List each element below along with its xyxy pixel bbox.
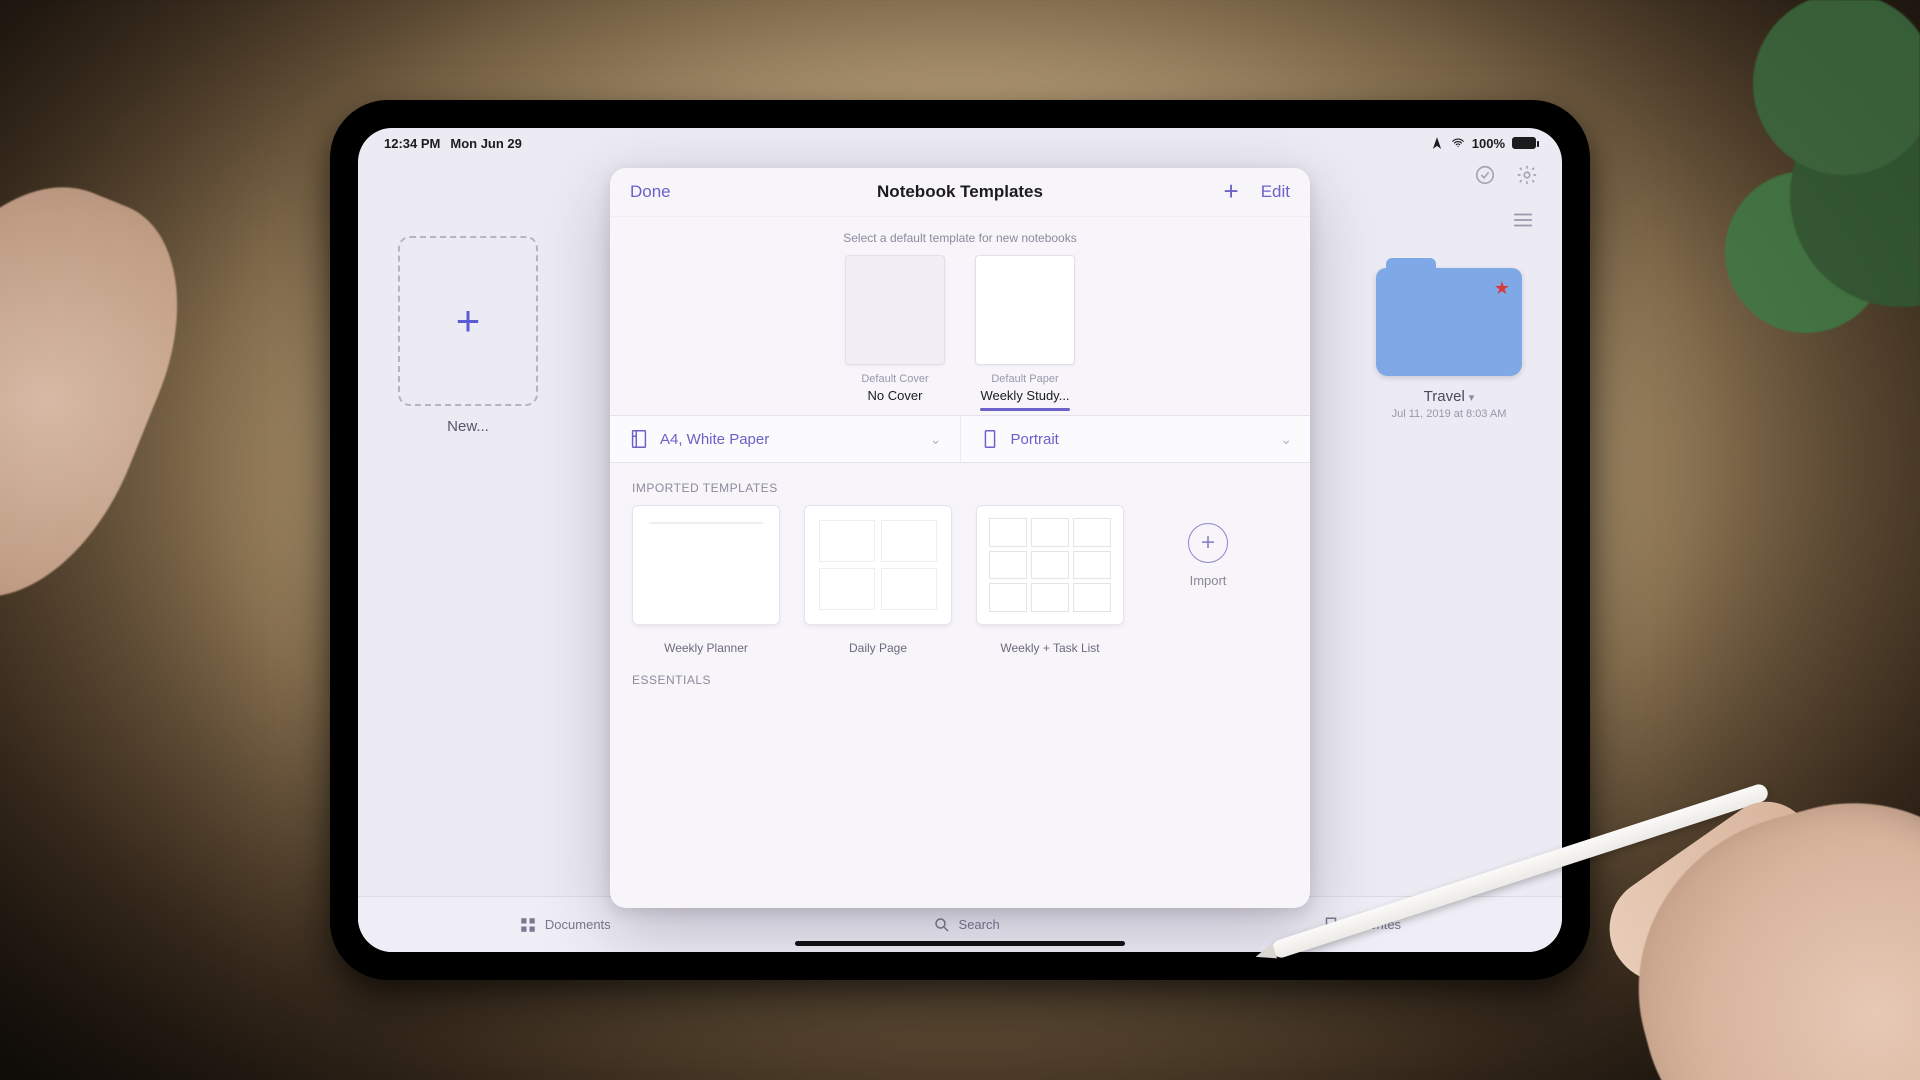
status-bar: 12:34 PM Mon Jun 29 100% [358,128,1562,158]
status-date: Mon Jun 29 [450,136,522,151]
template-weekly-planner[interactable]: Weekly Planner [632,505,780,655]
folder-travel-label: Travel▾ Jul 11, 2019 at 8:03 AM [1376,388,1522,420]
new-notebook-label: New... [398,418,538,435]
sheet-header: Done Notebook Templates + Edit [610,168,1310,217]
default-cover-caption: Default Cover [845,373,945,385]
view-toggle-icon[interactable] [1512,212,1534,233]
documents-icon [519,916,537,934]
select-icon[interactable] [1474,164,1496,191]
default-paper-caption: Default Paper [975,373,1075,385]
default-cover-value: No Cover [868,388,923,403]
default-paper-card[interactable]: Default Paper Weekly Study... [975,255,1075,405]
imported-templates-row: Weekly Planner Daily Page Weekly + Task … [610,505,1310,655]
settings-gear-icon[interactable] [1516,164,1538,191]
new-notebook-card[interactable]: + [398,236,538,406]
orientation-icon [979,428,1001,450]
template-weekly-task-list[interactable]: Weekly + Task List [976,505,1124,655]
plus-icon: + [456,297,481,345]
wifi-icon [1451,136,1465,150]
imported-templates-heading: IMPORTED TEMPLATES [610,463,1310,505]
folder-travel[interactable]: ★ [1376,268,1522,376]
battery-icon [1512,137,1536,149]
left-hand [0,147,219,634]
defaults-hint: Select a default template for new notebo… [610,231,1310,245]
chevron-down-icon: ⌄ [1280,431,1292,448]
tab-search[interactable]: Search [933,916,1000,934]
home-indicator[interactable] [795,941,1125,946]
template-label: Weekly Planner [632,641,780,655]
essentials-heading: ESSENTIALS [610,655,1310,697]
folder-travel-meta: Jul 11, 2019 at 8:03 AM [1376,408,1522,420]
notebook-templates-sheet: Done Notebook Templates + Edit Select a … [610,168,1310,908]
chevron-down-icon: ⌄ [930,431,942,448]
template-thumb [976,505,1124,625]
orientation-label: Portrait [1011,431,1059,448]
template-daily-page[interactable]: Daily Page [804,505,952,655]
template-thumb [804,505,952,625]
import-template-card[interactable]: + Import [1148,505,1268,588]
default-cover-card[interactable]: Default Cover No Cover [845,255,945,405]
template-label: Weekly + Task List [976,641,1124,655]
paper-size-label: A4, White Paper [660,431,769,448]
template-thumb [632,505,780,625]
chevron-down-icon: ▾ [1469,392,1475,404]
template-label: Daily Page [804,641,952,655]
ipad-screen: 12:34 PM Mon Jun 29 100% + New... [358,128,1562,952]
import-plus-icon: + [1188,523,1228,563]
tab-favorites[interactable]: Favorites [1322,916,1401,934]
tab-documents[interactable]: Documents [519,916,611,934]
add-template-button[interactable]: + [1224,182,1239,200]
default-paper-value: Weekly Study... [980,388,1069,403]
defaults-section: Select a default template for new notebo… [610,217,1310,415]
done-button[interactable]: Done [630,182,671,202]
star-icon: ★ [1494,278,1510,299]
import-label: Import [1190,573,1227,588]
default-paper-thumb [975,255,1075,365]
plant-decor [1540,0,1920,560]
paper-size-icon [628,428,650,450]
battery-percent: 100% [1472,136,1505,151]
search-icon [933,916,951,934]
default-cover-thumb [845,255,945,365]
status-time: 12:34 PM [384,136,440,151]
ipad-device: 12:34 PM Mon Jun 29 100% + New... [330,100,1590,980]
orientation-selector[interactable]: Portrait ⌄ [960,416,1311,462]
paper-size-selector[interactable]: A4, White Paper ⌄ [610,416,960,462]
bookmark-icon [1322,916,1340,934]
edit-button[interactable]: Edit [1261,182,1290,202]
sheet-title: Notebook Templates [877,182,1043,202]
location-icon [1430,136,1444,150]
selector-row: A4, White Paper ⌄ Portrait ⌄ [610,415,1310,463]
